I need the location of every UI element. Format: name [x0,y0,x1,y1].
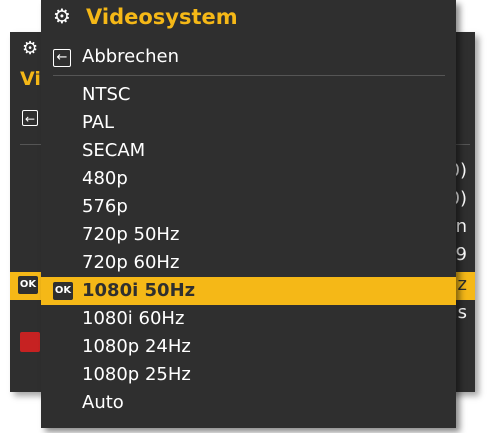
option-pal[interactable]: PAL [41,109,456,137]
option-720p-50hz[interactable]: 720p 50Hz [41,221,456,249]
background-menu-title: Vi [20,68,41,90]
ok-icon: OK [53,282,73,300]
option-1080i-60hz[interactable]: 1080i 60Hz [41,305,456,333]
option-label: Auto [82,392,124,413]
option-label: 720p 60Hz [82,252,180,273]
option-label: 1080i 60Hz [82,308,185,329]
option-label: 1080i 50Hz [82,280,196,301]
ok-icon: OK [18,276,38,294]
option-label: NTSC [82,84,131,105]
cancel-button[interactable]: ← Abbrechen [41,42,456,72]
option-label: PAL [82,112,115,133]
red-key-icon [20,332,40,352]
gear-icon: ⚙ [53,4,71,28]
option-label: 720p 50Hz [82,224,180,245]
back-arrow-icon: ← [53,49,71,67]
divider [53,75,445,76]
option-576p[interactable]: 576p [41,193,456,221]
option-ntsc[interactable]: NTSC [41,81,456,109]
option-label: 576p [82,196,128,217]
option-720p-60hz[interactable]: 720p 60Hz [41,249,456,277]
option-label: 1080p 24Hz [82,336,191,357]
option-auto[interactable]: Auto [41,389,456,417]
options-list: NTSC PAL SECAM 480p 576p 720p 50Hz 720p … [41,81,456,417]
option-480p[interactable]: 480p [41,165,456,193]
option-label: SECAM [82,140,146,161]
option-1080p-25hz[interactable]: 1080p 25Hz [41,361,456,389]
videosystem-menu: ⚙ Videosystem ← Abbrechen NTSC PAL SECAM… [41,0,456,428]
cancel-label: Abbrechen [82,46,180,67]
option-1080i-50hz[interactable]: OK 1080i 50Hz [41,277,456,305]
menu-title: Videosystem [86,5,238,29]
back-icon: ← [22,110,38,126]
option-secam[interactable]: SECAM [41,137,456,165]
gear-icon: ⚙ [22,38,39,59]
menu-header: ⚙ Videosystem [41,0,456,34]
option-label: 480p [82,168,128,189]
option-1080p-24hz[interactable]: 1080p 24Hz [41,333,456,361]
option-label: 1080p 25Hz [82,364,191,385]
